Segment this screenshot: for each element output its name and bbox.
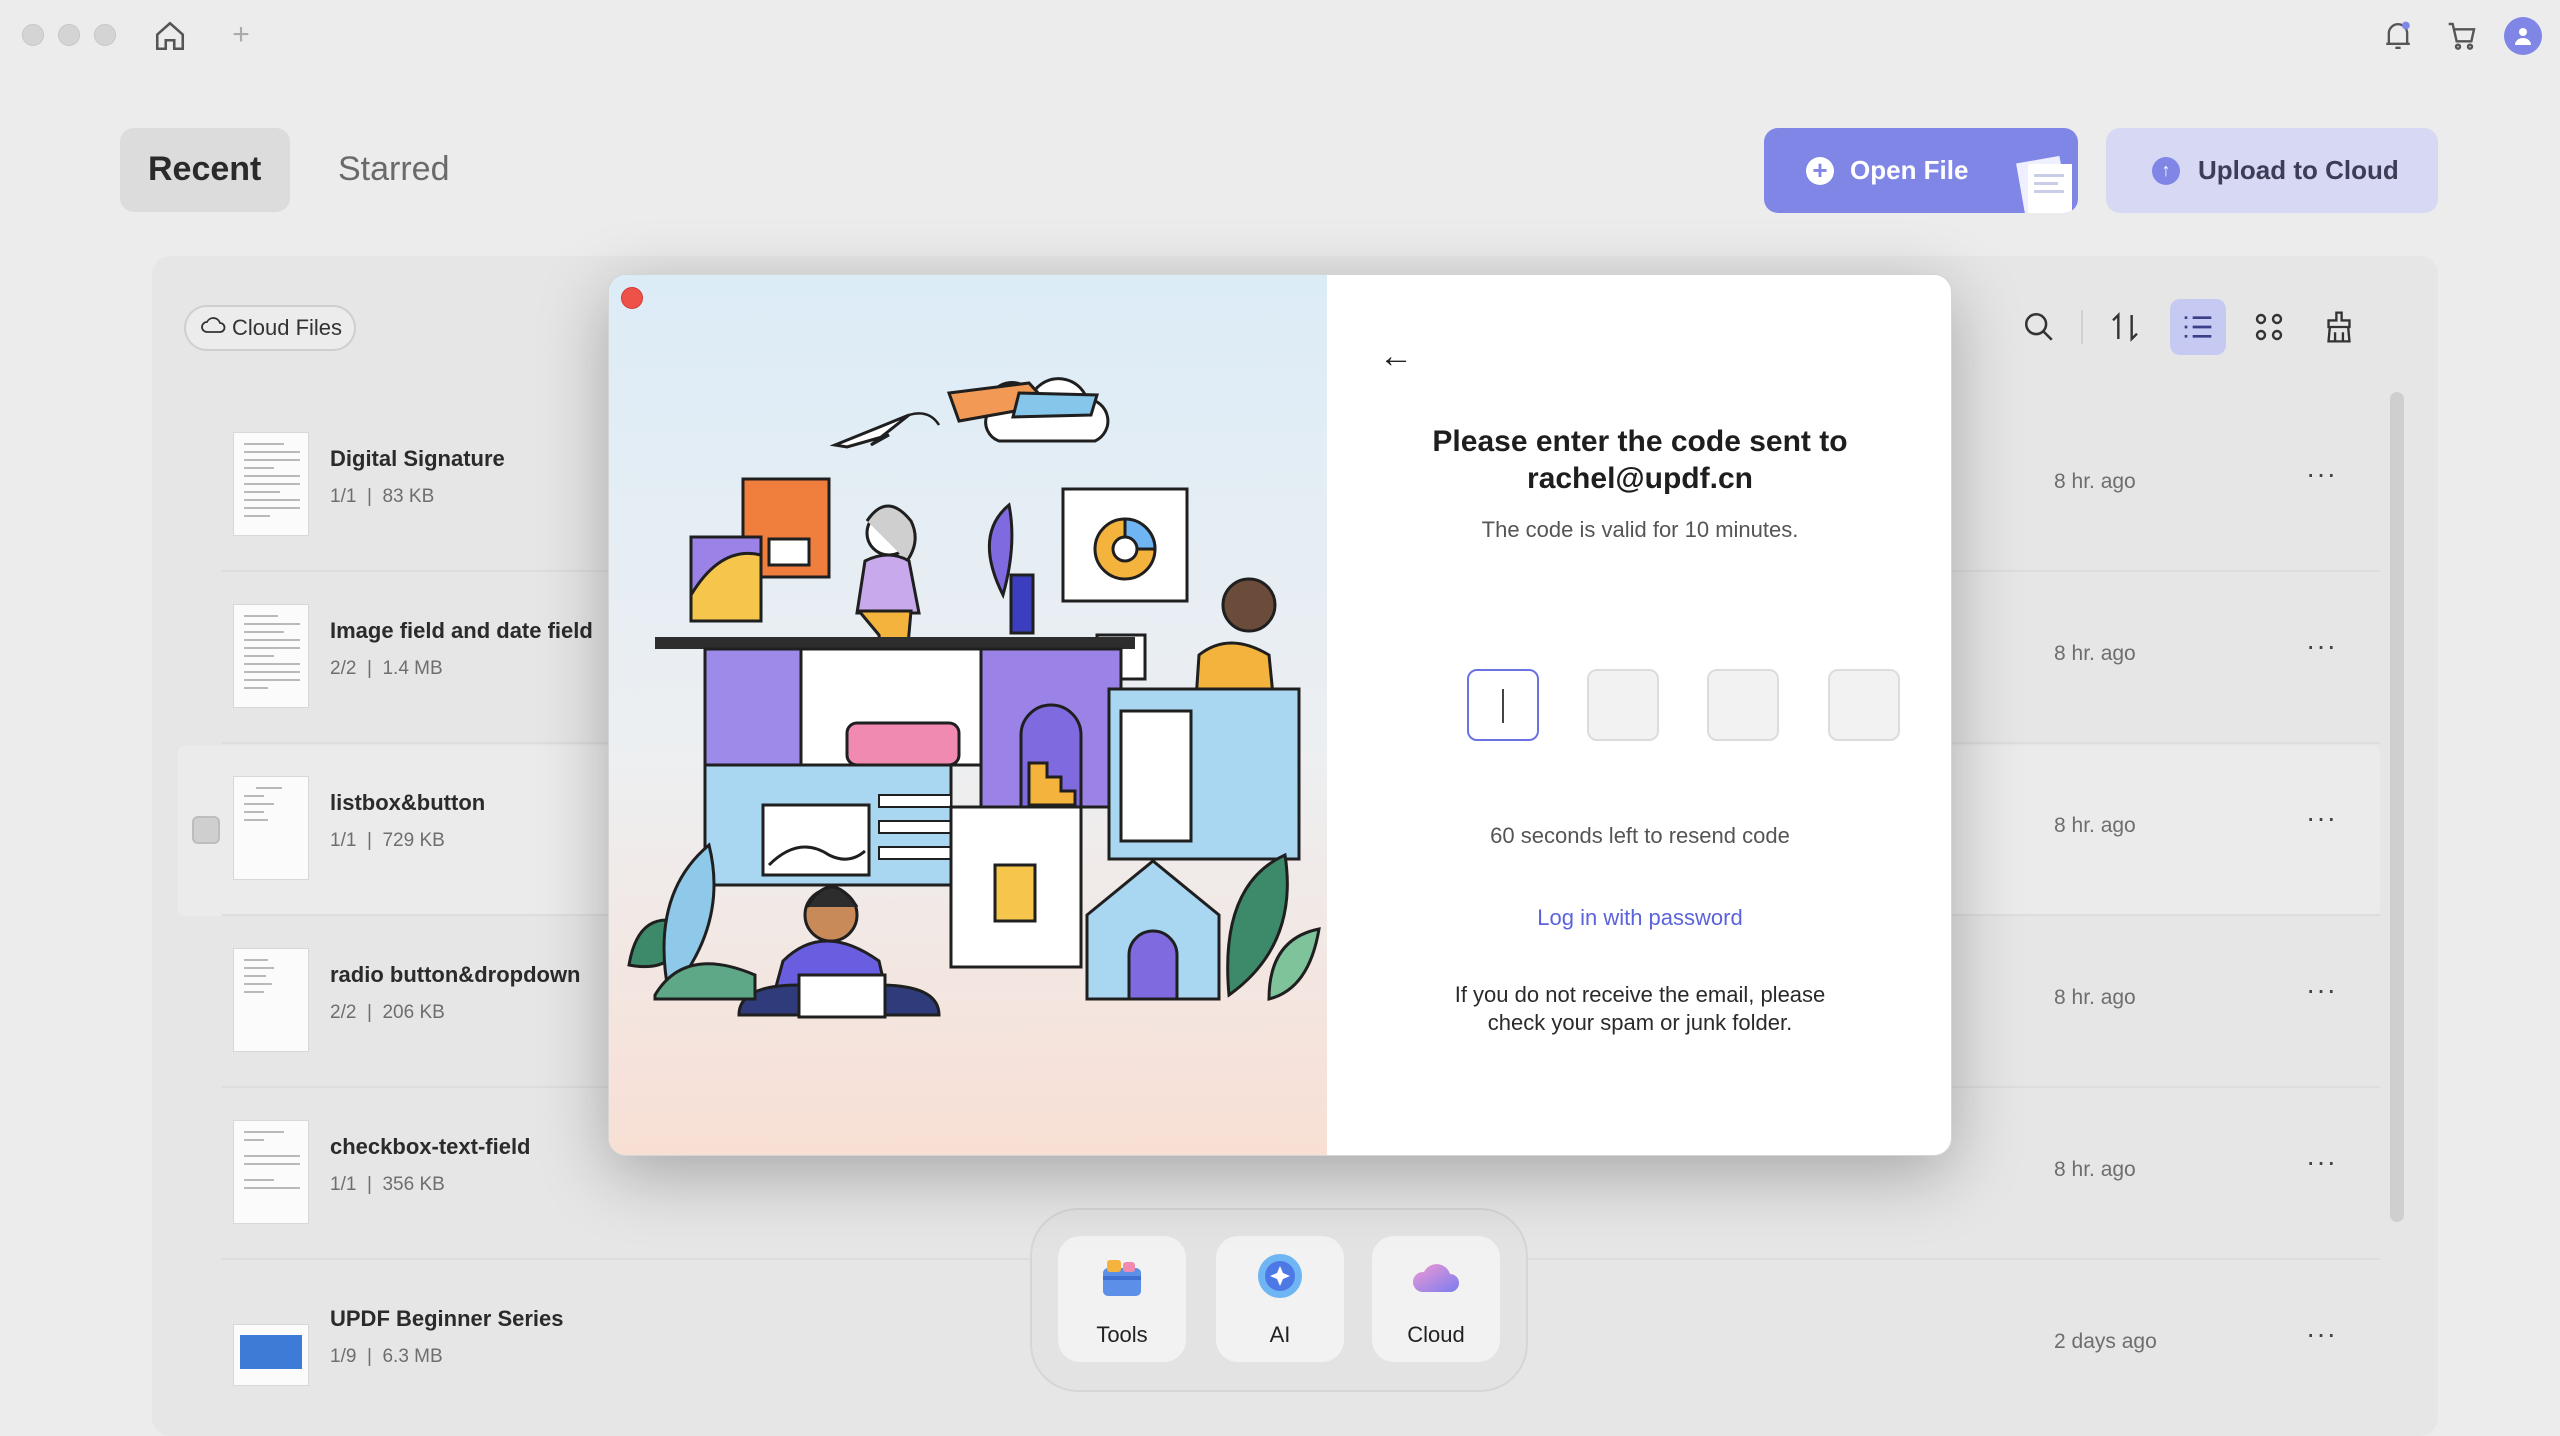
code-digit-input-1[interactable] — [1467, 669, 1539, 741]
note-line-1: If you do not receive the email, please — [1454, 982, 1826, 1007]
file-pages: 1/1 — [330, 486, 357, 507]
verification-dialog: ← Please enter the code sent to rachel@u… — [608, 274, 1952, 1156]
clean-icon[interactable] — [2314, 302, 2364, 352]
cloud-icon — [1410, 1258, 1462, 1304]
file-pages: 2/2 — [330, 1002, 357, 1023]
more-options-icon[interactable]: ··· — [2306, 974, 2337, 1006]
file-time: 8 hr. ago — [2054, 470, 2136, 493]
file-time: 8 hr. ago — [2054, 814, 2136, 837]
file-time: 8 hr. ago — [2054, 642, 2136, 665]
file-pages: 1/1 — [330, 830, 357, 851]
toolbar-divider — [2081, 310, 2083, 344]
file-pages: 1/1 — [330, 1174, 357, 1195]
file-meta: 1/1 | 356 KB — [330, 1174, 445, 1195]
dock-ai-button[interactable]: AI — [1216, 1236, 1344, 1362]
home-icon[interactable] — [150, 16, 190, 56]
dialog-heading: Please enter the code sent to rachel@upd… — [1327, 423, 1951, 497]
file-meta: 1/1 | 729 KB — [330, 830, 445, 851]
upload-icon: ↑ — [2152, 156, 2180, 185]
dock-tools-label: Tools — [1096, 1322, 1148, 1347]
open-file-label: Open File — [1850, 155, 1969, 185]
file-name: Image field and date field — [330, 618, 593, 643]
code-form: ← Please enter the code sent to rachel@u… — [1327, 275, 1951, 1155]
dock-cloud-label: Cloud — [1407, 1322, 1465, 1347]
file-size: 83 KB — [382, 486, 435, 507]
file-meta: 2/2 | 206 KB — [330, 1002, 445, 1023]
file-name: UPDF Beginner Series — [330, 1306, 564, 1331]
resend-countdown: 60 seconds left to resend code — [1490, 823, 1790, 848]
cloud-outline-icon — [200, 315, 226, 341]
code-digit-input-2[interactable] — [1587, 669, 1659, 741]
file-size: 729 KB — [382, 830, 445, 851]
file-time: 8 hr. ago — [2054, 986, 2136, 1009]
login-with-password-link[interactable]: Log in with password — [1327, 905, 1951, 931]
heading-email: rachel@updf.cn — [1527, 462, 1753, 495]
file-thumbnail — [233, 432, 309, 536]
file-name: listbox&button — [330, 790, 486, 815]
file-size: 1.4 MB — [382, 658, 443, 679]
file-pages: 1/9 — [330, 1346, 357, 1367]
scrollbar[interactable] — [2390, 392, 2404, 1222]
dialog-close-button[interactable] — [621, 287, 643, 309]
spam-note: If you do not receive the email, please … — [1407, 981, 1873, 1037]
file-size: 206 KB — [382, 1002, 445, 1023]
dock-tools-button[interactable]: Tools — [1058, 1236, 1186, 1362]
row-checkbox[interactable] — [192, 816, 220, 844]
window-minimize-button[interactable] — [58, 24, 80, 46]
file-name: checkbox-text-field — [330, 1134, 531, 1159]
file-name: Digital Signature — [330, 446, 505, 471]
file-thumbnail — [233, 948, 309, 1052]
file-meta: 1/1 | 83 KB — [330, 486, 435, 507]
file-meta: 1/9 | 6.3 MB — [330, 1346, 443, 1367]
code-validity-text: The code is valid for 10 minutes. — [1481, 517, 1799, 542]
tab-starred[interactable]: Starred — [338, 150, 450, 189]
file-size: 356 KB — [382, 1174, 445, 1195]
title-bar — [0, 0, 2560, 72]
heading-line-1: Please enter the code sent to — [1432, 425, 1848, 458]
cloud-files-chip[interactable]: Cloud Files — [184, 305, 356, 351]
file-time: 8 hr. ago — [2054, 1158, 2136, 1181]
grid-view-icon[interactable] — [2244, 302, 2294, 352]
documents-illustration — [2008, 154, 2078, 213]
file-meta: 2/2 | 1.4 MB — [330, 658, 443, 679]
plus-circle-icon: + — [1806, 155, 1834, 185]
code-digit-input-3[interactable] — [1707, 669, 1779, 741]
file-thumbnail — [233, 1324, 309, 1386]
search-icon[interactable] — [2014, 302, 2064, 352]
tab-recent[interactable]: Recent — [148, 150, 261, 189]
dock-ai-label: AI — [1269, 1322, 1291, 1347]
cloud-files-label: Cloud Files — [232, 315, 343, 340]
more-options-icon[interactable]: ··· — [2306, 1146, 2337, 1178]
login-illustration — [609, 275, 1327, 1155]
file-time: 2 days ago — [2054, 1330, 2157, 1353]
ai-icon — [1256, 1252, 1304, 1306]
more-options-icon[interactable]: ··· — [2306, 458, 2337, 490]
dock-cloud-button[interactable]: Cloud — [1372, 1236, 1500, 1362]
list-view-icon[interactable] — [2170, 299, 2226, 355]
file-name: radio button&dropdown — [330, 962, 581, 987]
tools-icon — [1099, 1256, 1145, 1306]
notification-bell-icon[interactable] — [2378, 16, 2418, 56]
note-line-2: check your spam or junk folder. — [1487, 1010, 1793, 1035]
open-file-button[interactable]: + Open File — [1764, 128, 2078, 213]
window-zoom-button[interactable] — [94, 24, 116, 46]
back-arrow-icon[interactable]: ← — [1379, 337, 1413, 376]
file-size: 6.3 MB — [382, 1346, 443, 1367]
file-thumbnail — [233, 1120, 309, 1224]
cart-icon[interactable] — [2442, 16, 2482, 56]
sort-icon[interactable] — [2100, 302, 2150, 352]
file-thumbnail — [233, 776, 309, 880]
more-options-icon[interactable]: ··· — [2306, 1318, 2337, 1350]
code-digit-input-4[interactable] — [1828, 669, 1900, 741]
file-thumbnail — [233, 604, 309, 708]
new-tab-icon[interactable]: + — [226, 18, 256, 51]
upload-label: Upload to Cloud — [2198, 155, 2399, 185]
avatar[interactable] — [2504, 17, 2542, 55]
upload-to-cloud-button[interactable]: ↑ Upload to Cloud — [2106, 128, 2438, 213]
file-pages: 2/2 — [330, 658, 357, 679]
more-options-icon[interactable]: ··· — [2306, 802, 2337, 834]
window-close-button[interactable] — [22, 24, 44, 46]
more-options-icon[interactable]: ··· — [2306, 630, 2337, 662]
